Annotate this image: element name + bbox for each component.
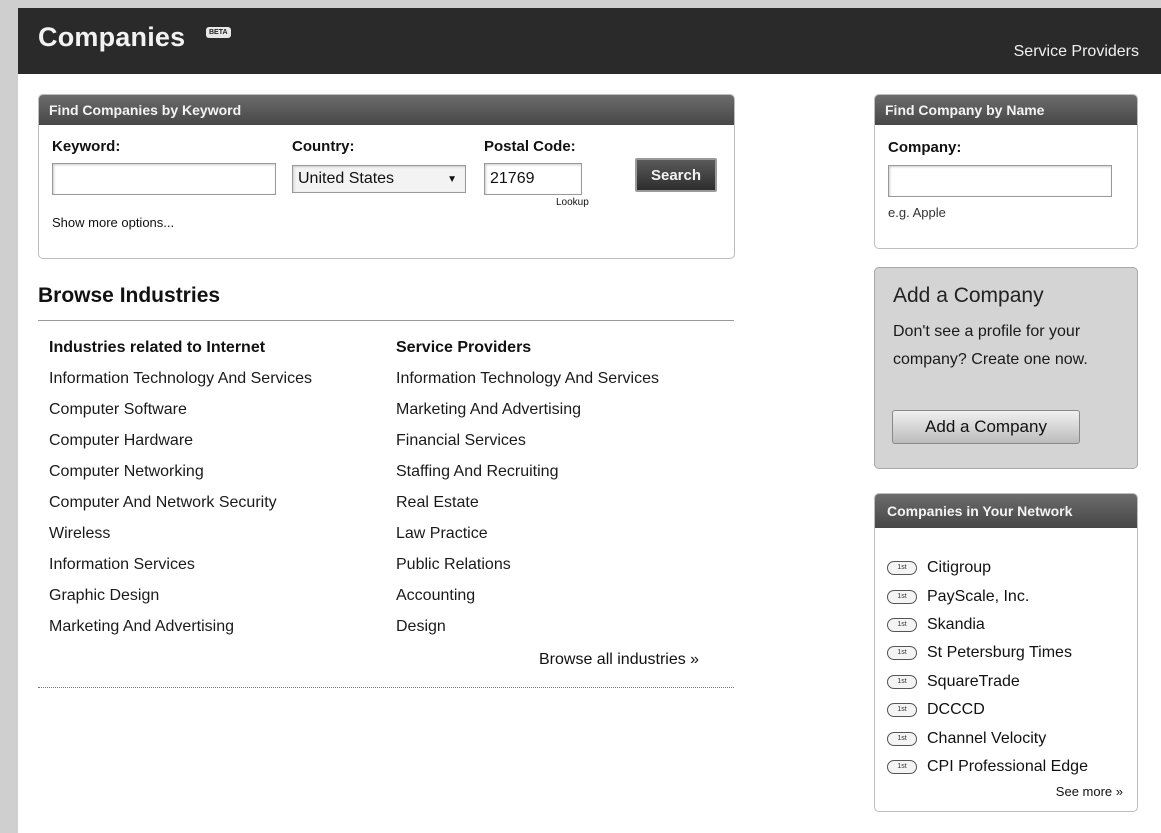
- industry-link[interactable]: Graphic Design: [49, 580, 389, 611]
- browse-top-divider: [38, 320, 734, 321]
- add-company-title: Add a Company: [893, 284, 1044, 307]
- show-more-options-link[interactable]: Show more options...: [52, 215, 174, 230]
- industry-link[interactable]: Public Relations: [396, 549, 736, 580]
- keyword-label: Keyword:: [52, 138, 121, 155]
- browse-industries-title: Browse Industries: [38, 284, 221, 307]
- network-company[interactable]: 1st Channel Velocity: [887, 724, 1135, 752]
- industry-link[interactable]: Real Estate: [396, 487, 736, 518]
- network-company-name: Skandia: [927, 615, 985, 633]
- see-more-link[interactable]: See more »: [1056, 784, 1123, 799]
- chevron-down-icon: ▼: [447, 173, 457, 185]
- industry-link[interactable]: Computer Software: [49, 394, 389, 425]
- industry-link[interactable]: Computer Hardware: [49, 425, 389, 456]
- header-bar: Companies BETA Service Providers: [18, 8, 1161, 74]
- first-degree-badge-icon: 1st: [887, 561, 917, 576]
- browse-bottom-divider: [38, 687, 734, 689]
- industry-link[interactable]: Financial Services: [396, 425, 736, 456]
- industry-link[interactable]: Information Services: [49, 549, 389, 580]
- first-degree-badge-icon: 1st: [887, 646, 917, 661]
- service-providers-link[interactable]: Service Providers: [1014, 43, 1139, 61]
- network-company-name: CPI Professional Edge: [927, 757, 1088, 775]
- beta-badge: BETA: [206, 27, 231, 38]
- add-company-text: Don't see a profile for your company? Cr…: [893, 323, 1088, 368]
- page: Companies BETA Service Providers Find Co…: [18, 8, 1161, 833]
- network-company[interactable]: 1st St Petersburg Times: [887, 639, 1135, 667]
- company-name-input[interactable]: [888, 165, 1112, 197]
- browse-all-industries-link[interactable]: Browse all industries »: [539, 651, 699, 669]
- network-company-name: DCCCD: [927, 701, 985, 719]
- network-company-name: St Petersburg Times: [927, 644, 1072, 662]
- name-search-heading: Find Company by Name: [875, 95, 1137, 125]
- network-company-name: SquareTrade: [927, 672, 1020, 690]
- search-button[interactable]: Search: [635, 158, 717, 192]
- network-company-name: Channel Velocity: [927, 729, 1047, 747]
- country-select[interactable]: United States ▼: [292, 165, 466, 193]
- country-selected-value: United States: [298, 170, 395, 187]
- industry-link[interactable]: Staffing And Recruiting: [396, 456, 736, 487]
- country-label: Country:: [292, 138, 355, 155]
- industry-link[interactable]: Accounting: [396, 580, 736, 611]
- first-degree-badge-icon: 1st: [887, 589, 917, 604]
- industry-link[interactable]: Marketing And Advertising: [396, 394, 736, 425]
- network-company[interactable]: 1st SquareTrade: [887, 668, 1135, 696]
- lookup-link[interactable]: Lookup: [556, 197, 589, 208]
- industries-left-column: Industries related to Internet Informati…: [49, 332, 389, 642]
- name-search-panel: Find Company by Name Company: e.g. Apple: [874, 94, 1138, 249]
- add-company-panel: Add a Company Don't see a profile for yo…: [874, 267, 1138, 469]
- company-label: Company:: [888, 139, 962, 156]
- network-company-name: PayScale, Inc.: [927, 587, 1030, 605]
- first-degree-badge-icon: 1st: [887, 731, 917, 746]
- industry-link[interactable]: Marketing And Advertising: [49, 611, 389, 642]
- network-company[interactable]: 1st Skandia: [887, 611, 1135, 639]
- industries-right-column: Service Providers Information Technology…: [396, 332, 736, 642]
- industry-link[interactable]: Wireless: [49, 518, 389, 549]
- industry-link[interactable]: Computer Networking: [49, 456, 389, 487]
- network-company[interactable]: 1st DCCCD: [887, 696, 1135, 724]
- network-list: 1st Citigroup 1st PayScale, Inc. 1st Skandi…: [887, 554, 1135, 781]
- first-degree-badge-icon: 1st: [887, 703, 917, 718]
- industry-link[interactable]: Design: [396, 611, 736, 642]
- left-column-heading: Industries related to Internet: [49, 339, 266, 356]
- postal-code-input[interactable]: 21769: [484, 163, 582, 195]
- first-degree-badge-icon: 1st: [887, 617, 917, 632]
- first-degree-badge-icon: 1st: [887, 759, 917, 774]
- right-column-heading: Service Providers: [396, 339, 532, 356]
- network-company[interactable]: 1st PayScale, Inc.: [887, 582, 1135, 610]
- industry-link[interactable]: Information Technology And Services: [396, 363, 736, 394]
- keyword-search-heading: Find Companies by Keyword: [39, 95, 734, 125]
- industry-link[interactable]: Information Technology And Services: [49, 363, 389, 394]
- network-company-name: Citigroup: [927, 559, 992, 577]
- postal-code-value: 21769: [490, 170, 535, 187]
- network-heading: Companies in Your Network: [875, 494, 1137, 528]
- company-example-hint: e.g. Apple: [888, 205, 946, 220]
- add-company-button[interactable]: Add a Company: [892, 410, 1080, 444]
- postal-code-label: Postal Code:: [484, 138, 576, 155]
- network-company[interactable]: 1st CPI Professional Edge: [887, 753, 1135, 781]
- page-title: Companies: [38, 22, 186, 52]
- network-company[interactable]: 1st Citigroup: [887, 554, 1135, 582]
- industry-link[interactable]: Computer And Network Security: [49, 487, 389, 518]
- industry-link[interactable]: Law Practice: [396, 518, 736, 549]
- keyword-input[interactable]: [52, 163, 276, 195]
- first-degree-badge-icon: 1st: [887, 674, 917, 689]
- network-panel: Companies in Your Network 1st Citigroup 1…: [874, 493, 1138, 812]
- keyword-search-panel: Find Companies by Keyword Keyword: Count…: [38, 94, 735, 259]
